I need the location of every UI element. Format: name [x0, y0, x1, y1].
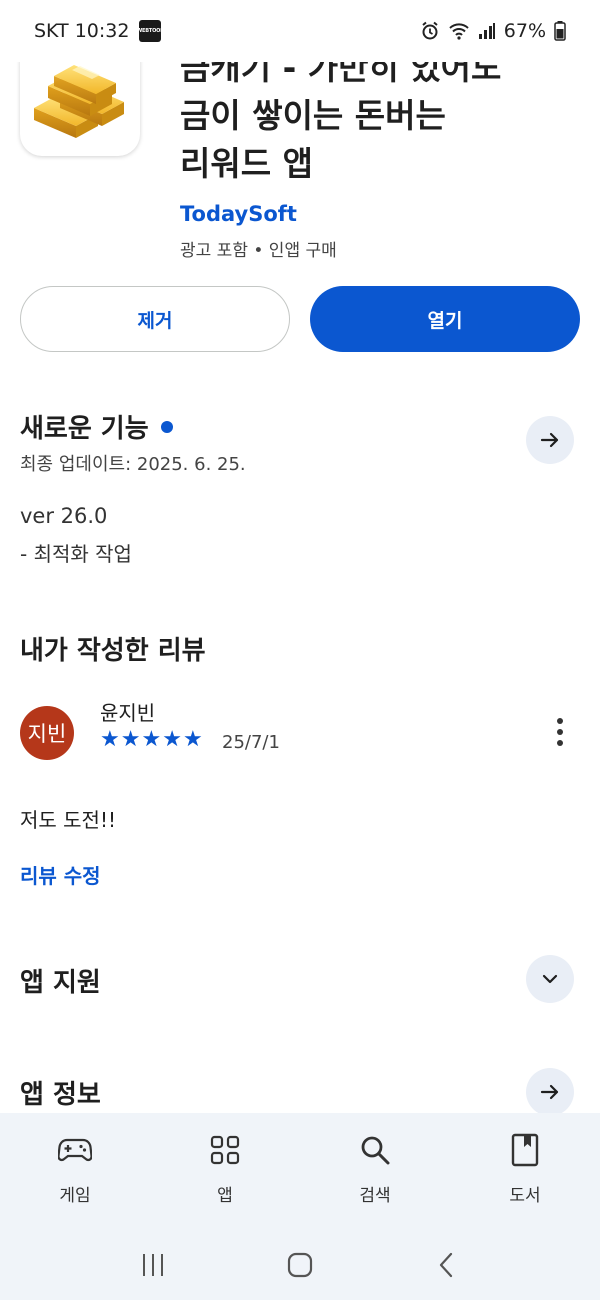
battery-icon [554, 21, 566, 41]
whats-new-header[interactable]: 새로운 기능 [20, 408, 173, 445]
battery-percent: 67% [503, 20, 546, 42]
home-button[interactable] [286, 1251, 314, 1283]
back-icon [439, 1252, 452, 1277]
app-header: 금캐기 - 가만히 있어도 금이 쌓이는 돈버는 리워드 앱 TodaySoft… [20, 40, 580, 270]
system-navigation-bar [0, 1233, 600, 1300]
last-updated: 최종 업데이트: 2025. 6. 25. [20, 454, 246, 475]
nav-label-games: 게임 [59, 1186, 91, 1206]
more-options-icon[interactable] [550, 714, 570, 750]
review-date: 25/7/1 [222, 732, 280, 753]
home-icon [287, 1252, 313, 1277]
alarm-icon [422, 21, 438, 40]
star-icon: ★ [141, 727, 162, 752]
my-review-title: 내가 작성한 리뷰 [20, 636, 206, 666]
arrow-right-icon [540, 432, 559, 448]
signal-icon [478, 23, 495, 39]
star-icon: ★ [162, 727, 182, 752]
app-info-title[interactable]: 앱 정보 [20, 1074, 101, 1111]
star-icon: ★ [120, 727, 141, 752]
reviewer-name: 윤지빈 [100, 701, 156, 725]
app-info-arrow-button[interactable] [526, 1068, 574, 1116]
recent-apps-icon [143, 1253, 164, 1276]
nav-label-apps: 앱 [217, 1186, 233, 1206]
nav-item-books[interactable]: 도서 [450, 1113, 600, 1233]
bottom-navigation: 게임 앱 검색 도서 [0, 1113, 600, 1233]
nav-item-apps[interactable]: 앱 [150, 1113, 300, 1233]
star-icon: ★ [182, 727, 203, 752]
carrier-time: SKT 10:32 [34, 20, 130, 42]
update-note: - 최적화 작업 [20, 542, 132, 566]
wifi-icon [449, 23, 469, 40]
app-meta: 광고 포함 • 인앱 구매 [180, 241, 337, 261]
nav-item-games[interactable]: 게임 [0, 1113, 150, 1233]
back-button[interactable] [433, 1251, 461, 1283]
avatar: 지빈 [20, 706, 74, 760]
search-icon [358, 1133, 392, 1167]
book-icon [508, 1133, 542, 1167]
webtoon-notification-icon: WEB TOON [137, 20, 164, 42]
whats-new-title: 새로운 기능 [20, 414, 149, 444]
review-text: 저도 도전!! [20, 808, 116, 832]
chevron-down-icon [542, 974, 558, 984]
whats-new-arrow-button[interactable] [526, 416, 574, 464]
uninstall-button[interactable]: 제거 [20, 286, 290, 352]
nav-label-books: 도서 [509, 1186, 541, 1206]
nav-item-search[interactable]: 검색 [300, 1113, 450, 1233]
edit-review-link[interactable]: 리뷰 수정 [20, 860, 101, 889]
developer-link[interactable]: TodaySoft [180, 202, 297, 226]
new-indicator-dot [160, 420, 173, 433]
arrow-right-icon [540, 1084, 559, 1100]
open-button[interactable]: 열기 [310, 286, 580, 352]
star-icon: ★ [100, 727, 120, 752]
gamepad-icon [58, 1133, 92, 1167]
status-bar: SKT 10:32 WEB TOON 67% [0, 0, 600, 62]
recent-apps-button[interactable] [139, 1251, 167, 1283]
nav-label-search: 검색 [359, 1186, 391, 1206]
app-support-expand-button[interactable] [526, 955, 574, 1003]
app-title: 금캐기 - 가만히 있어도 금이 쌓이는 돈버는 리워드 앱 [180, 48, 502, 183]
star-rating: ★ ★ ★ ★ ★ [100, 728, 203, 752]
app-support-title[interactable]: 앱 지원 [20, 962, 101, 999]
apps-grid-icon [208, 1133, 242, 1167]
version-text: ver 26.0 [20, 504, 108, 528]
